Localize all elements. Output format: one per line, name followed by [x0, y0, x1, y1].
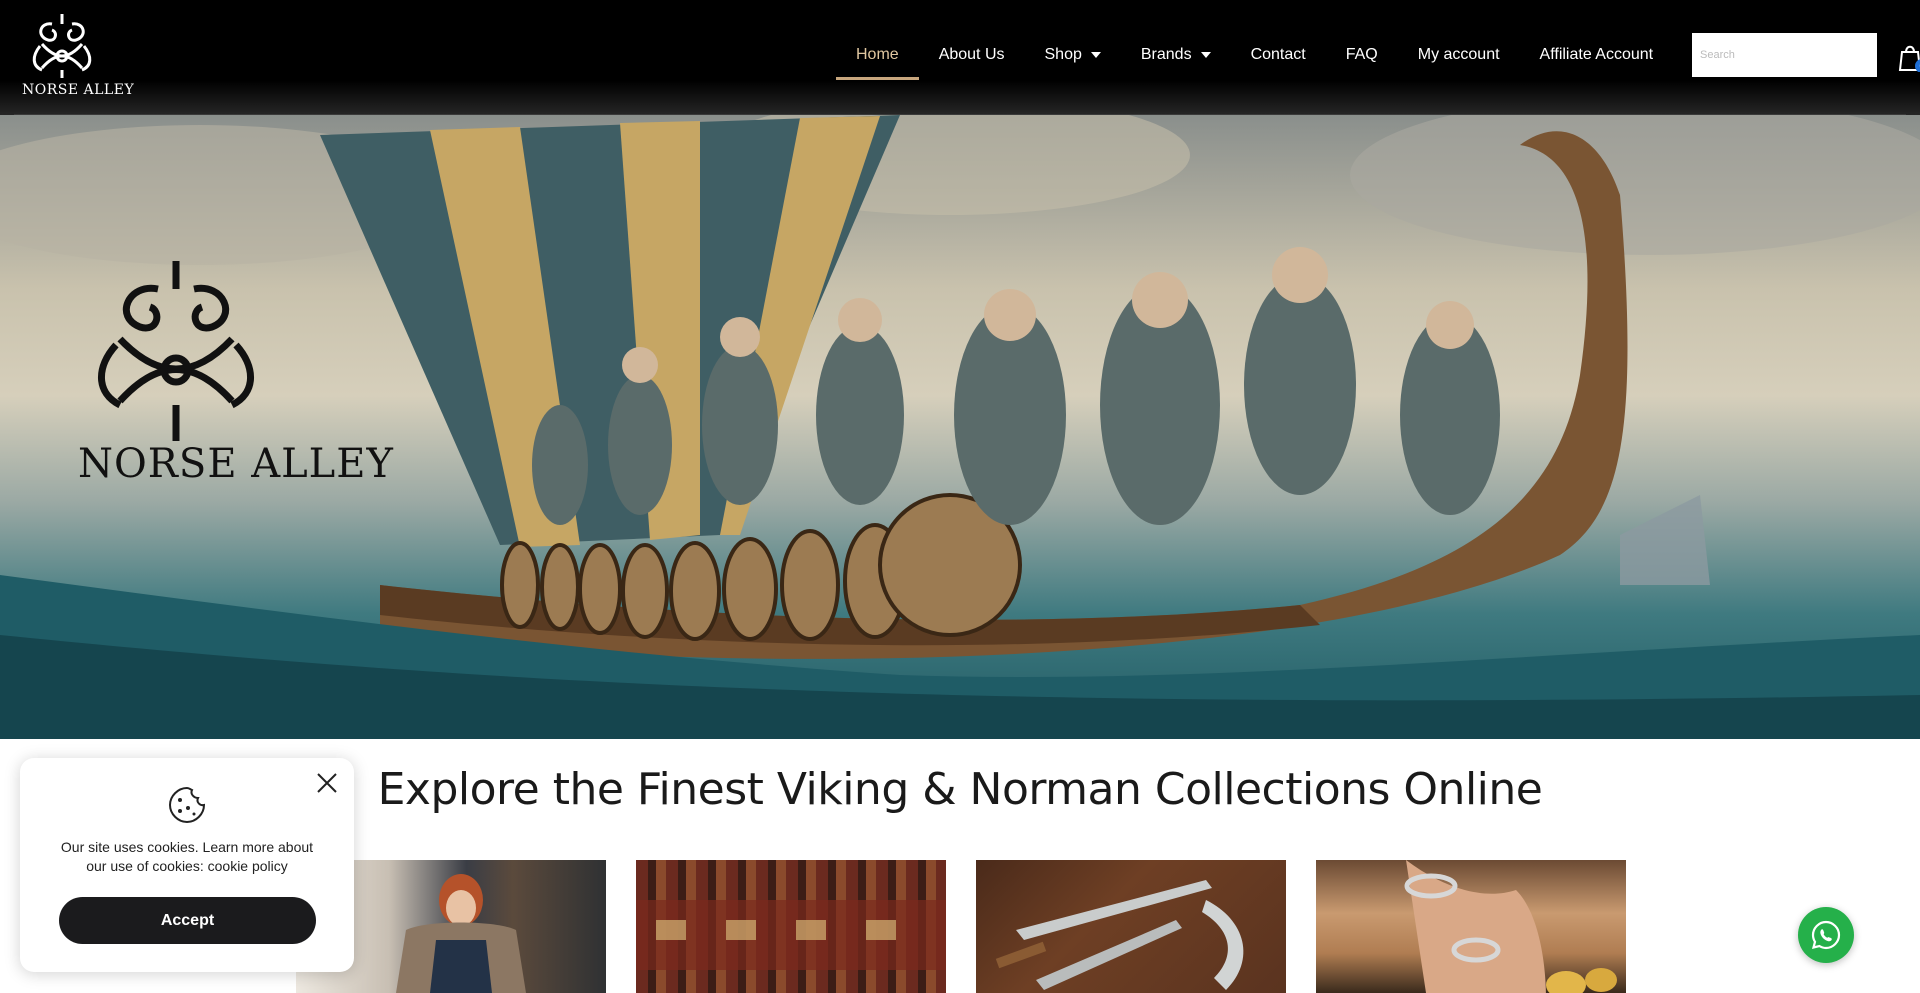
- chevron-down-icon: [1200, 52, 1211, 58]
- chevron-down-icon: [1090, 52, 1101, 58]
- nav-label: FAQ: [1345, 46, 1378, 63]
- nav-item-contact[interactable]: Contact: [1231, 38, 1326, 72]
- nav-label: About Us: [938, 46, 1005, 63]
- nav-item-faq[interactable]: FAQ: [1326, 38, 1398, 72]
- site-logo[interactable]: NORSE ALLEY: [22, 10, 135, 102]
- cart-count-badge: 0: [1915, 59, 1920, 72]
- logo-text: NORSE ALLEY: [22, 82, 135, 98]
- knot-logo-icon: [32, 14, 92, 78]
- category-cards: [296, 860, 1626, 993]
- cart-button[interactable]: 0: [1898, 42, 1920, 72]
- category-card[interactable]: [636, 860, 946, 993]
- nav-item-my-account[interactable]: My account: [1398, 38, 1520, 72]
- nav-item-home[interactable]: Home: [836, 38, 919, 80]
- nav-item-about-us[interactable]: About Us: [919, 38, 1025, 72]
- nav-label: Home: [856, 46, 899, 63]
- nav-item-shop[interactable]: Shop: [1025, 38, 1121, 72]
- cookie-icon: [168, 786, 206, 824]
- category-card[interactable]: [976, 860, 1286, 993]
- hero-banner: NORSE ALLEY: [0, 115, 1920, 739]
- main-nav: Home About Us Shop Brands Contact FAQ My…: [836, 38, 1674, 80]
- nav-label: Contact: [1250, 46, 1306, 63]
- whatsapp-chat-button[interactable]: [1798, 907, 1854, 963]
- whatsapp-icon: [1811, 920, 1841, 950]
- cookie-message: Our site uses cookies. Learn more about …: [60, 839, 314, 874]
- search-input[interactable]: [1692, 33, 1877, 77]
- accept-cookies-button[interactable]: Accept: [59, 897, 316, 944]
- rug-photo: [636, 900, 946, 970]
- site-header: NORSE ALLEY Home About Us Shop Brands Co…: [0, 0, 1920, 115]
- nav-label: Shop: [1044, 46, 1082, 63]
- viking-ship-scene-image: [0, 115, 1920, 739]
- hero-logo: NORSE ALLEY: [78, 255, 394, 495]
- nav-item-affiliate-account[interactable]: Affiliate Account: [1520, 38, 1674, 72]
- category-card[interactable]: [1316, 860, 1626, 993]
- knot-logo-icon: [98, 261, 254, 441]
- close-icon[interactable]: [316, 772, 338, 794]
- nav-label: Affiliate Account: [1539, 46, 1654, 63]
- nav-item-brands[interactable]: Brands: [1121, 38, 1231, 72]
- nav-label: My account: [1417, 46, 1500, 63]
- cookie-consent-popup: Our site uses cookies. Learn more about …: [20, 758, 354, 972]
- weapons-photo: [995, 880, 1244, 990]
- nav-label: Brands: [1140, 46, 1192, 63]
- hero-logo-text: NORSE ALLEY: [78, 441, 394, 487]
- header-divider: [14, 114, 1906, 115]
- rings-photo: [1404, 860, 1617, 993]
